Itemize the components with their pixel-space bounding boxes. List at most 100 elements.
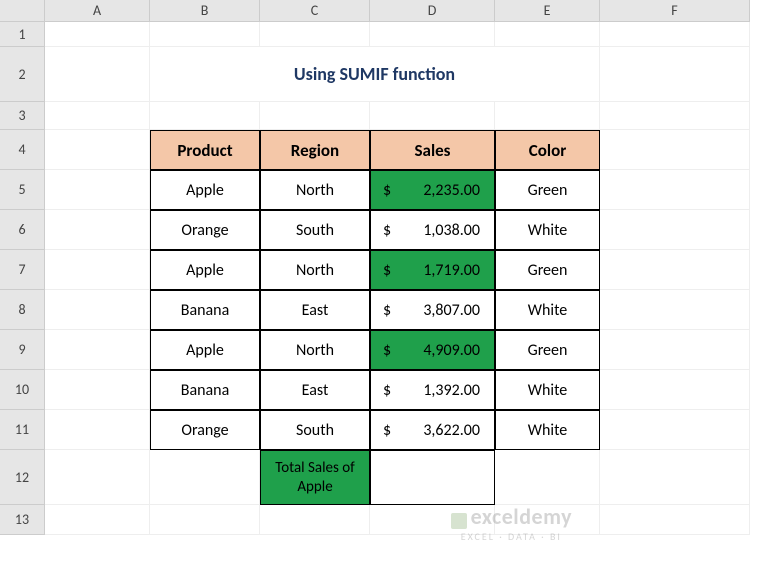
cell[interactable]	[45, 170, 150, 210]
table-row[interactable]: $1,719.00	[370, 250, 495, 290]
row-header-1[interactable]: 1	[0, 22, 45, 47]
row-header-12[interactable]: 12	[0, 450, 45, 505]
cell[interactable]	[370, 22, 495, 47]
cell[interactable]	[600, 505, 750, 535]
cell[interactable]	[45, 250, 150, 290]
col-header-F[interactable]: F	[600, 0, 750, 22]
cell[interactable]	[495, 22, 600, 47]
table-row[interactable]: White	[495, 370, 600, 410]
cell[interactable]	[495, 450, 600, 505]
cell[interactable]	[600, 22, 750, 47]
cell[interactable]	[260, 505, 370, 535]
cell[interactable]	[45, 330, 150, 370]
amount: 2,235.00	[423, 181, 480, 200]
select-all-corner[interactable]	[0, 0, 45, 22]
cell[interactable]	[495, 102, 600, 130]
cell[interactable]	[45, 102, 150, 130]
row-header-7[interactable]: 7	[0, 250, 45, 290]
table-header-color[interactable]: Color	[495, 130, 600, 170]
total-value-cell[interactable]	[370, 450, 495, 505]
row-header-6[interactable]: 6	[0, 210, 45, 250]
row-header-10[interactable]: 10	[0, 370, 45, 410]
cell[interactable]	[260, 22, 370, 47]
col-header-D[interactable]: D	[370, 0, 495, 22]
cell[interactable]	[45, 22, 150, 47]
cell[interactable]	[600, 130, 750, 170]
col-header-E[interactable]: E	[495, 0, 600, 22]
cell[interactable]	[600, 410, 750, 450]
table-row[interactable]: Orange	[150, 210, 260, 250]
table-header-product[interactable]: Product	[150, 130, 260, 170]
table-row[interactable]: North	[260, 170, 370, 210]
table-row[interactable]: Green	[495, 330, 600, 370]
cell[interactable]	[45, 505, 150, 535]
cell[interactable]	[45, 210, 150, 250]
row-header-2[interactable]: 2	[0, 47, 45, 102]
table-row[interactable]: Green	[495, 170, 600, 210]
table-row[interactable]: White	[495, 290, 600, 330]
col-header-B[interactable]: B	[150, 0, 260, 22]
table-row[interactable]: $3,622.00	[370, 410, 495, 450]
table-row[interactable]: Green	[495, 250, 600, 290]
amount: 1,719.00	[423, 261, 480, 280]
row-header-8[interactable]: 8	[0, 290, 45, 330]
table-row[interactable]: South	[260, 210, 370, 250]
cell[interactable]	[600, 290, 750, 330]
cell[interactable]	[600, 450, 750, 505]
row-header-5[interactable]: 5	[0, 170, 45, 210]
cell[interactable]	[150, 102, 260, 130]
cell[interactable]	[45, 290, 150, 330]
row-header-13[interactable]: 13	[0, 505, 45, 535]
cell[interactable]	[370, 102, 495, 130]
cell[interactable]	[45, 410, 150, 450]
table-row[interactable]: North	[260, 330, 370, 370]
cell[interactable]	[600, 170, 750, 210]
table-row[interactable]: Apple	[150, 170, 260, 210]
table-row[interactable]: East	[260, 370, 370, 410]
table-row[interactable]: Apple	[150, 330, 260, 370]
total-label-cell[interactable]: Total Sales of Apple	[260, 450, 370, 505]
currency-sign: $	[383, 181, 391, 200]
watermark-tag: EXCEL · DATA · BI	[451, 530, 572, 543]
cell[interactable]	[600, 47, 750, 102]
col-header-C[interactable]: C	[260, 0, 370, 22]
amount: 1,392.00	[423, 381, 480, 400]
table-row[interactable]: Apple	[150, 250, 260, 290]
cell[interactable]	[45, 47, 150, 102]
row-header-4[interactable]: 4	[0, 130, 45, 170]
currency-sign: $	[383, 301, 391, 320]
cell[interactable]	[600, 102, 750, 130]
table-row[interactable]: Orange	[150, 410, 260, 450]
table-row[interactable]: East	[260, 290, 370, 330]
amount: 1,038.00	[423, 221, 480, 240]
table-row[interactable]: $1,038.00	[370, 210, 495, 250]
cell[interactable]	[150, 22, 260, 47]
cell[interactable]	[45, 450, 150, 505]
cell[interactable]	[600, 210, 750, 250]
amount: 3,622.00	[423, 421, 480, 440]
cell[interactable]	[45, 130, 150, 170]
table-header-region[interactable]: Region	[260, 130, 370, 170]
table-row[interactable]: $4,909.00	[370, 330, 495, 370]
row-header-3[interactable]: 3	[0, 102, 45, 130]
table-row[interactable]: White	[495, 410, 600, 450]
table-header-sales[interactable]: Sales	[370, 130, 495, 170]
table-row[interactable]: $1,392.00	[370, 370, 495, 410]
table-row[interactable]: Banana	[150, 290, 260, 330]
row-header-9[interactable]: 9	[0, 330, 45, 370]
table-row[interactable]: $3,807.00	[370, 290, 495, 330]
table-row[interactable]: South	[260, 410, 370, 450]
col-header-A[interactable]: A	[45, 0, 150, 22]
cell[interactable]	[600, 330, 750, 370]
cell[interactable]	[600, 370, 750, 410]
cell[interactable]	[150, 450, 260, 505]
row-header-11[interactable]: 11	[0, 410, 45, 450]
cell[interactable]	[150, 505, 260, 535]
table-row[interactable]: North	[260, 250, 370, 290]
table-row[interactable]: Banana	[150, 370, 260, 410]
table-row[interactable]: $2,235.00	[370, 170, 495, 210]
table-row[interactable]: White	[495, 210, 600, 250]
cell[interactable]	[260, 102, 370, 130]
cell[interactable]	[45, 370, 150, 410]
cell[interactable]	[600, 250, 750, 290]
